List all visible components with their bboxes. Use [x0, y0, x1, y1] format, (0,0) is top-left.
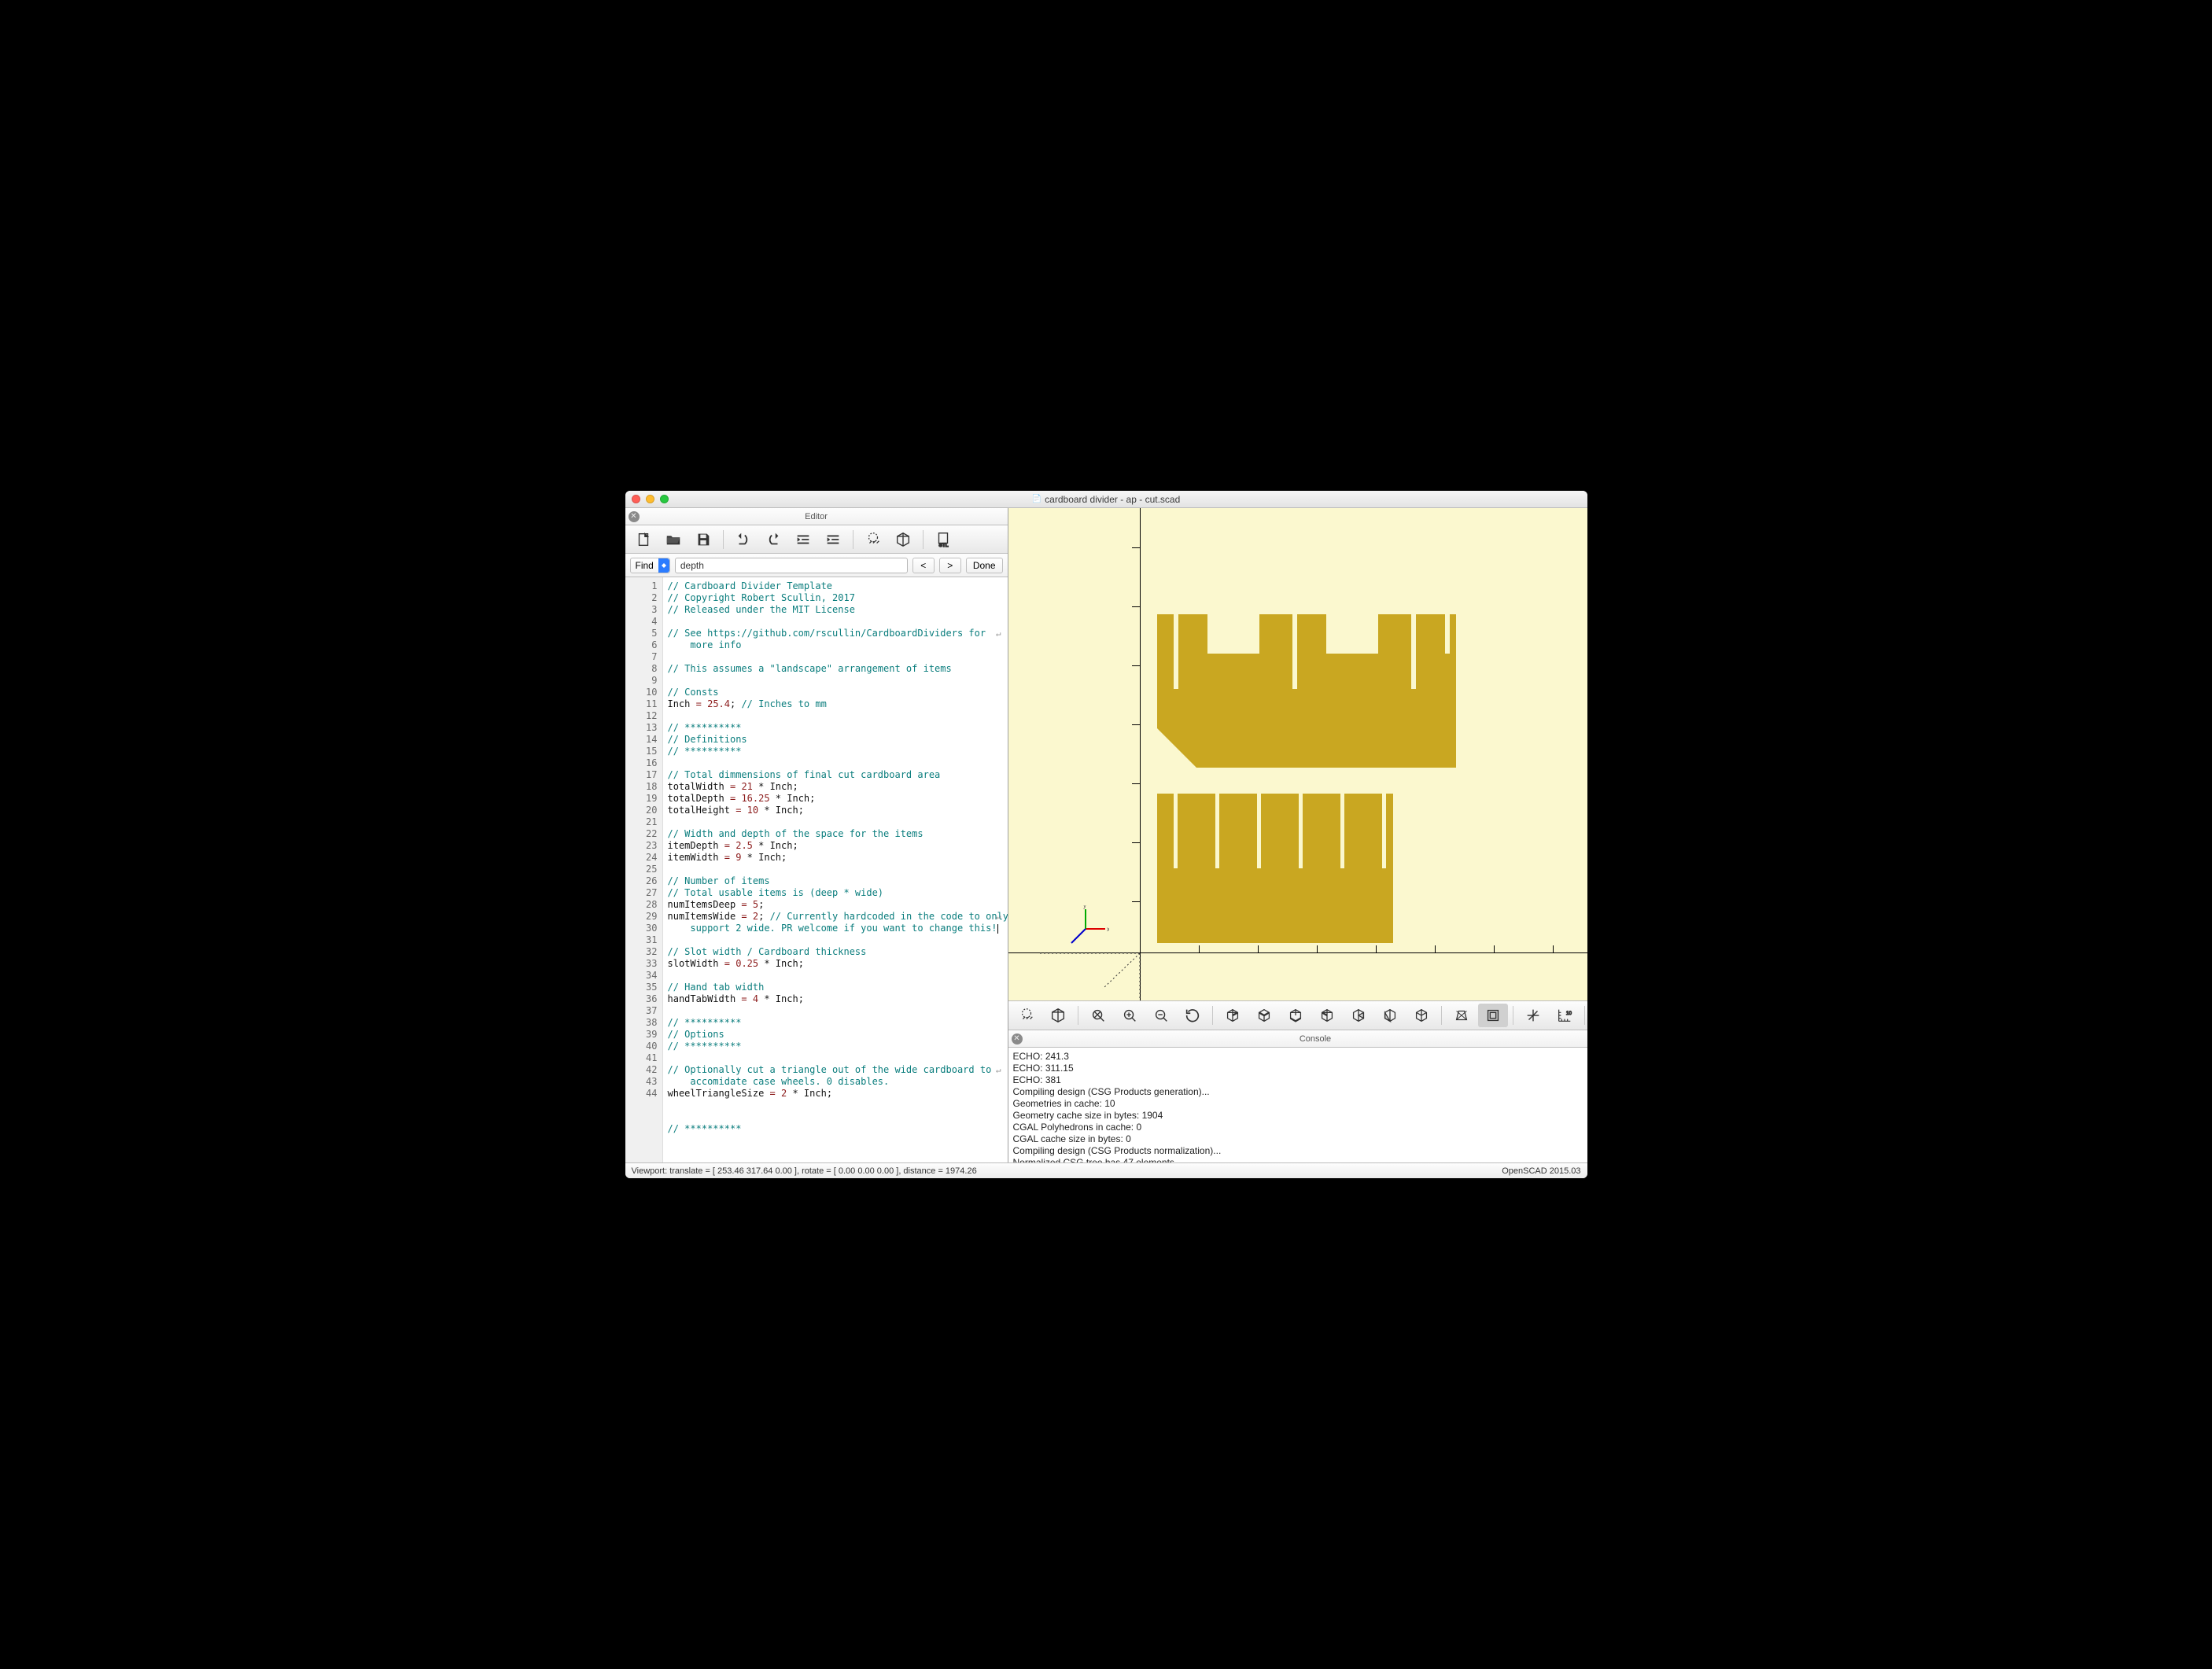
code-editor[interactable]: 1234567891011121314151617181920212223242…	[625, 577, 1008, 1162]
find-prev-button[interactable]: <	[912, 558, 935, 573]
view-all-icon[interactable]	[1083, 1004, 1113, 1027]
svg-text:10: 10	[1565, 1011, 1572, 1016]
view-top-icon[interactable]	[1249, 1004, 1279, 1027]
find-done-button[interactable]: Done	[966, 558, 1003, 573]
view-bottom-icon[interactable]	[1281, 1004, 1311, 1027]
view-diagonal-icon[interactable]	[1406, 1004, 1436, 1027]
viewport-status: Viewport: translate = [ 253.46 317.64 0.…	[632, 1166, 977, 1176]
preview-button[interactable]	[860, 528, 887, 551]
console-output[interactable]: ECHO: 241.3ECHO: 311.15ECHO: 381Compilin…	[1008, 1048, 1587, 1162]
3d-viewport[interactable]: x y	[1008, 508, 1587, 1000]
app-window: 📄 cardboard divider - ap - cut.scad ✕ Ed…	[625, 491, 1587, 1178]
preview-icon[interactable]	[1012, 1004, 1041, 1027]
undo-button[interactable]	[730, 528, 757, 551]
editor-toolbar: STL	[625, 525, 1008, 554]
svg-text:STL: STL	[938, 543, 948, 548]
editor-pane: ✕ Editor STL Find	[625, 508, 1008, 1162]
perspective-icon[interactable]	[1447, 1004, 1477, 1027]
render-button[interactable]	[890, 528, 916, 551]
indent-button[interactable]	[820, 528, 846, 551]
app-version: OpenSCAD 2015.03	[1502, 1166, 1580, 1176]
console-header: ✕ Console	[1008, 1030, 1587, 1048]
line-gutter: 1234567891011121314151617181920212223242…	[625, 577, 663, 1162]
find-mode-select[interactable]: Find	[630, 558, 670, 573]
scale-markers-icon[interactable]: 10	[1550, 1004, 1580, 1027]
view-pane: x y	[1008, 508, 1587, 1162]
document-icon: 📄	[1032, 495, 1041, 503]
redo-button[interactable]	[760, 528, 787, 551]
view-left-icon[interactable]	[1312, 1004, 1342, 1027]
zoom-in-icon[interactable]	[1115, 1004, 1145, 1027]
axes-icon[interactable]	[1518, 1004, 1548, 1027]
editor-header: ✕ Editor	[625, 508, 1008, 525]
find-next-button[interactable]: >	[939, 558, 961, 573]
view-toolbar: 10	[1008, 1000, 1587, 1030]
zoom-out-icon[interactable]	[1146, 1004, 1176, 1027]
find-bar: Find < > Done	[625, 554, 1008, 577]
render-icon[interactable]	[1043, 1004, 1073, 1027]
view-right-icon[interactable]	[1218, 1004, 1248, 1027]
statusbar: Viewport: translate = [ 253.46 317.64 0.…	[625, 1162, 1587, 1178]
view-back-icon[interactable]	[1375, 1004, 1405, 1027]
code-content[interactable]: // Cardboard Divider Template// Copyrigh…	[663, 577, 1008, 1162]
window-title: 📄 cardboard divider - ap - cut.scad	[625, 494, 1587, 505]
new-file-button[interactable]	[630, 528, 657, 551]
editor-title: Editor	[625, 512, 1008, 521]
console-title: Console	[1008, 1034, 1587, 1044]
reset-view-icon[interactable]	[1178, 1004, 1207, 1027]
console-pane: ✕ Console ECHO: 241.3ECHO: 311.15ECHO: 3…	[1008, 1030, 1587, 1162]
find-input[interactable]	[675, 558, 908, 573]
titlebar: 📄 cardboard divider - ap - cut.scad	[625, 491, 1587, 508]
orthogonal-icon[interactable]	[1478, 1004, 1508, 1027]
close-console-icon[interactable]: ✕	[1012, 1033, 1023, 1045]
export-stl-button[interactable]: STL	[930, 528, 957, 551]
unindent-button[interactable]	[790, 528, 817, 551]
view-front-icon[interactable]	[1344, 1004, 1373, 1027]
close-pane-icon[interactable]: ✕	[629, 511, 640, 522]
open-file-button[interactable]	[660, 528, 687, 551]
save-file-button[interactable]	[690, 528, 717, 551]
